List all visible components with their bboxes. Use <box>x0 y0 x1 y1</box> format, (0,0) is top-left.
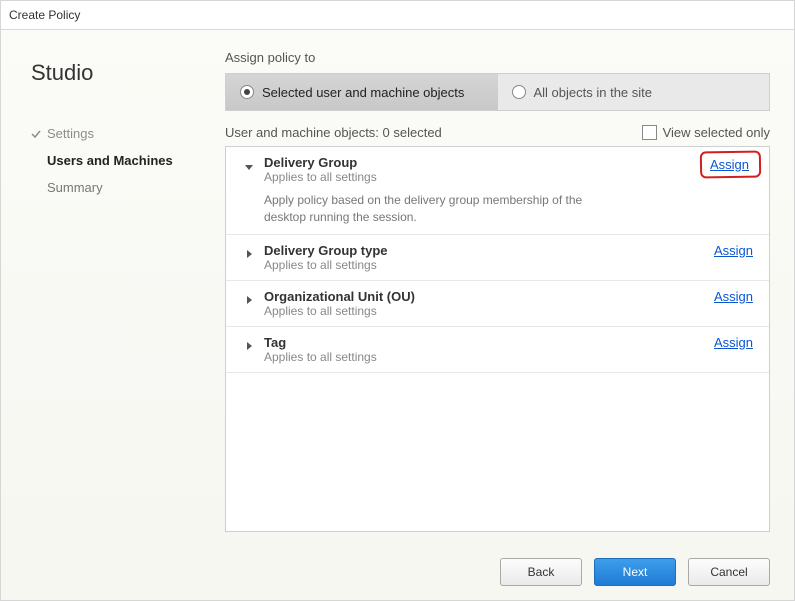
tab-label: Selected user and machine objects <box>262 85 464 100</box>
object-category-title: Organizational Unit (OU) <box>264 289 704 304</box>
object-category-subtitle: Applies to all settings <box>264 350 704 364</box>
brand-title: Studio <box>31 60 185 86</box>
chevron-down-icon[interactable] <box>244 155 254 173</box>
object-category-title: Delivery Group <box>264 155 696 170</box>
assign-link-annotated: Assign <box>706 155 753 174</box>
next-button[interactable]: Next <box>594 558 676 586</box>
tab-label: All objects in the site <box>534 85 653 100</box>
view-selected-only[interactable]: View selected only <box>642 125 770 140</box>
objects-count-label: User and machine objects: 0 selected <box>225 125 442 140</box>
assign-link[interactable]: Assign <box>710 157 749 172</box>
titlebar: Create Policy <box>1 1 794 30</box>
cancel-button[interactable]: Cancel <box>688 558 770 586</box>
window-title: Create Policy <box>9 8 80 22</box>
object-category-texts: Organizational Unit (OU)Applies to all s… <box>264 289 704 318</box>
wizard-step[interactable]: Users and Machines <box>31 153 185 168</box>
assign-link[interactable]: Assign <box>714 243 753 258</box>
assign-link[interactable]: Assign <box>714 335 753 350</box>
back-button[interactable]: Back <box>500 558 582 586</box>
object-category-row[interactable]: Organizational Unit (OU)Applies to all s… <box>226 281 769 327</box>
objects-subheader: User and machine objects: 0 selected Vie… <box>225 125 770 140</box>
object-category-row[interactable]: Delivery Group typeApplies to all settin… <box>226 235 769 281</box>
object-category-subtitle: Applies to all settings <box>264 258 704 272</box>
check-icon <box>31 129 41 139</box>
object-category-description: Apply policy based on the delivery group… <box>264 192 624 226</box>
object-category-subtitle: Applies to all settings <box>264 304 704 318</box>
wizard-step[interactable]: Summary <box>31 180 185 195</box>
assign-tabbar: Selected user and machine objects All ob… <box>225 73 770 111</box>
object-category-texts: TagApplies to all settings <box>264 335 704 364</box>
wizard-steps: Settings Users and Machines Summary <box>31 126 185 195</box>
wizard-step[interactable]: Settings <box>31 126 185 141</box>
radio-selected-objects[interactable] <box>240 85 254 99</box>
object-category-title: Delivery Group type <box>264 243 704 258</box>
wizard-step-label: Users and Machines <box>47 153 185 168</box>
objects-list: Delivery GroupApplies to all settingsApp… <box>225 146 770 532</box>
chevron-right-icon[interactable] <box>244 289 254 307</box>
assign-section-title: Assign policy to <box>225 50 770 65</box>
wizard-footer: Back Next Cancel <box>1 544 794 600</box>
chevron-right-icon[interactable] <box>244 335 254 353</box>
view-selected-only-label: View selected only <box>663 125 770 140</box>
object-category-row[interactable]: Delivery GroupApplies to all settings App… <box>226 147 769 235</box>
object-category-row[interactable]: TagApplies to all settings Assign <box>226 327 769 373</box>
radio-all-objects[interactable] <box>512 85 526 99</box>
object-category-texts: Delivery GroupApplies to all settings App… <box>264 155 696 226</box>
view-selected-only-checkbox[interactable] <box>642 125 657 140</box>
wizard-step-label: Settings <box>47 126 185 141</box>
chevron-right-icon[interactable] <box>244 243 254 261</box>
object-category-subtitle: Applies to all settings <box>264 170 696 184</box>
assign-link[interactable]: Assign <box>714 289 753 304</box>
create-policy-window: Create Policy Studio Settings Users and M… <box>0 0 795 601</box>
wizard-sidebar: Studio Settings Users and Machines Summary <box>1 30 201 544</box>
tab-selected-objects[interactable]: Selected user and machine objects <box>226 74 498 110</box>
object-category-texts: Delivery Group typeApplies to all settin… <box>264 243 704 272</box>
wizard-content: Assign policy to Selected user and machi… <box>201 30 794 544</box>
window-body: Studio Settings Users and Machines Summary… <box>1 30 794 544</box>
tab-all-objects[interactable]: All objects in the site <box>498 74 770 110</box>
wizard-step-label: Summary <box>47 180 185 195</box>
object-category-title: Tag <box>264 335 704 350</box>
